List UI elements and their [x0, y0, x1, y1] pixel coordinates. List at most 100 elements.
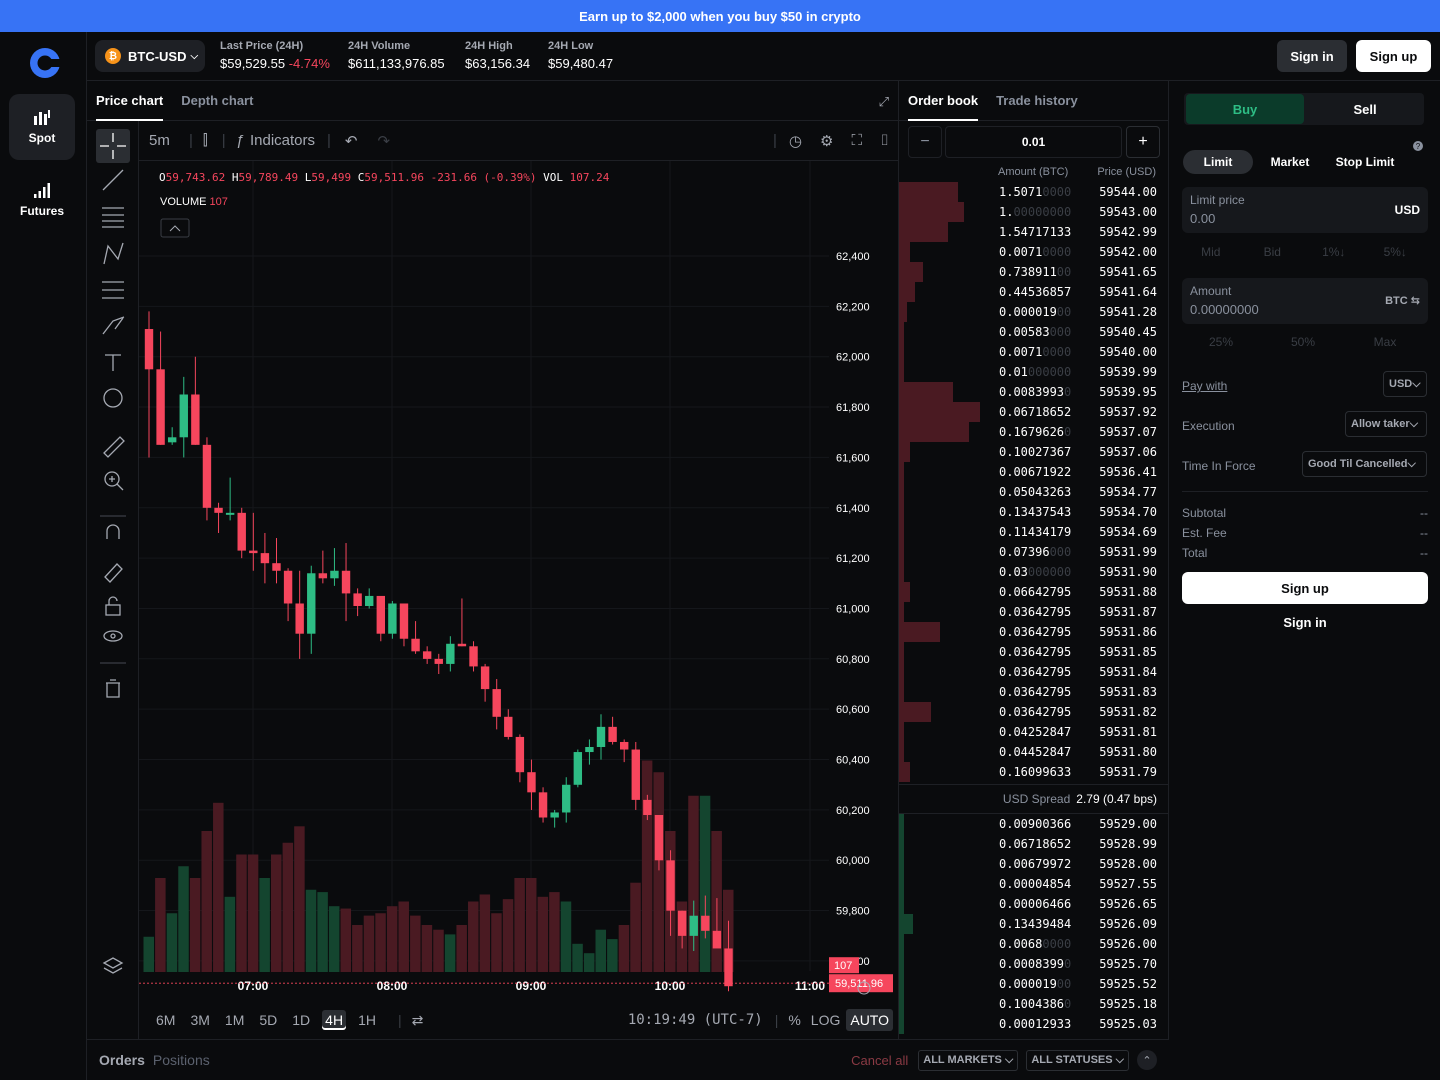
ask-row[interactable]: 0.00710000 59540.00 [899, 342, 1169, 362]
date-range-icon[interactable]: ⇄ [412, 1012, 424, 1029]
interval-selector[interactable]: 5m [149, 132, 189, 149]
order-type-stop-limit[interactable]: Stop Limit [1330, 150, 1400, 174]
ask-row[interactable]: 0.44536857 59541.64 [899, 282, 1169, 302]
shortcut-button[interactable]: Bid [1244, 238, 1302, 266]
bid-row[interactable]: 0.06718652 59528.99 [899, 834, 1169, 854]
range-1h[interactable]: 1H [355, 1010, 379, 1030]
ask-row[interactable]: 0.00671922 59536.41 [899, 462, 1169, 482]
replay-icon[interactable]: ◷ [789, 132, 802, 150]
ask-row[interactable]: 0.03642795 59531.82 [899, 702, 1169, 722]
ask-row[interactable]: 1.00000000 59543.00 [899, 202, 1169, 222]
bid-row[interactable]: 0.00680000 59526.00 [899, 934, 1169, 954]
expand-icon[interactable]: ⤢ [879, 94, 889, 110]
tab-depth-chart[interactable]: Depth chart [181, 81, 253, 121]
execution-select[interactable]: Allow taker ⌵ [1345, 411, 1427, 437]
order-type-market[interactable]: Market [1260, 150, 1320, 174]
bid-row[interactable]: 0.00083990 59525.70 [899, 954, 1169, 974]
ask-row[interactable]: 0.00583000 59540.45 [899, 322, 1169, 342]
cancel-all-button[interactable]: Cancel all [851, 1053, 908, 1068]
pattern-icon[interactable] [103, 242, 124, 265]
fx-icon[interactable]: ƒ [236, 132, 244, 149]
ask-row[interactable]: 1.54717133 59542.99 [899, 222, 1169, 242]
ask-row[interactable]: 0.05043263 59534.77 [899, 482, 1169, 502]
step-decrease-button[interactable]: − [908, 126, 942, 158]
shortcut-button[interactable]: Max [1346, 328, 1424, 356]
magnet-icon[interactable] [106, 524, 120, 539]
ask-row[interactable]: 0.00001900 59541.28 [899, 302, 1169, 322]
fib-icon[interactable] [102, 207, 124, 228]
sell-tab[interactable]: Sell [1306, 94, 1424, 124]
ask-row[interactable]: 0.04452847 59531.80 [899, 742, 1169, 762]
shortcut-button[interactable]: 5%↓ [1367, 238, 1425, 266]
ask-row[interactable]: 0.03642795 59531.83 [899, 682, 1169, 702]
text-tool-icon[interactable] [105, 354, 121, 371]
ask-row[interactable]: 0.00710000 59542.00 [899, 242, 1169, 262]
limit-price-field[interactable]: Limit price 0.00 USD [1182, 187, 1428, 233]
trade-sign-up-button[interactable]: Sign up [1182, 572, 1428, 604]
ask-row[interactable]: 1.50710000 59544.00 [899, 182, 1169, 202]
fullscreen-icon[interactable]: ⛶ [851, 132, 862, 149]
percent-toggle[interactable]: % [788, 1012, 800, 1028]
header-sign-in-button[interactable]: Sign in [1277, 40, 1347, 72]
bid-row[interactable]: 0.00006466 59526.65 [899, 894, 1169, 914]
ask-row[interactable]: 0.00839930 59539.95 [899, 382, 1169, 402]
bid-row[interactable]: 0.10043860 59525.18 [899, 994, 1169, 1014]
ask-row[interactable]: 0.03642795 59531.87 [899, 602, 1169, 622]
ask-row[interactable]: 0.03642795 59531.85 [899, 642, 1169, 662]
help-icon[interactable]: ? [1413, 141, 1423, 151]
tab-positions[interactable]: Positions [153, 1052, 210, 1068]
eye-icon[interactable] [103, 630, 123, 642]
range-5d[interactable]: 5D [256, 1010, 280, 1030]
ask-row[interactable]: 0.73891100 59541.65 [899, 262, 1169, 282]
buy-tab[interactable]: Buy [1186, 94, 1304, 124]
price-chart[interactable]: 62,400 62,200 62,000 61,800 61,600 61,400 61,2… [139, 161, 899, 1001]
trend-line-icon[interactable] [102, 169, 124, 191]
range-1m[interactable]: 1M [222, 1010, 247, 1030]
log-toggle[interactable]: LOG [811, 1012, 841, 1028]
shortcut-button[interactable]: 50% [1264, 328, 1342, 356]
ask-row[interactable]: 0.03642795 59531.84 [899, 662, 1169, 682]
pair-selector[interactable]: ₿ BTC-USD ⌵ [95, 40, 205, 72]
gear-icon[interactable]: ⚙ [820, 132, 833, 150]
tab-trade-history[interactable]: Trade history [996, 81, 1078, 121]
shortcut-button[interactable]: 1%↓ [1305, 238, 1363, 266]
pay-with-select[interactable]: USD ⌵ [1383, 371, 1427, 397]
ask-row[interactable]: 0.11434179 59534.69 [899, 522, 1169, 542]
ask-row[interactable]: 0.07396000 59531.99 [899, 542, 1169, 562]
statuses-filter[interactable]: ALL STATUSES ⌵ [1026, 1049, 1129, 1071]
markets-filter[interactable]: ALL MARKETS ⌵ [918, 1049, 1019, 1071]
auto-toggle[interactable]: AUTO [846, 1009, 893, 1031]
ruler-icon[interactable] [103, 436, 125, 458]
range-6m[interactable]: 6M [153, 1010, 178, 1030]
range-3m[interactable]: 3M [187, 1010, 212, 1030]
step-increase-button[interactable]: + [1126, 126, 1160, 158]
undo-icon[interactable]: ↶ [345, 132, 358, 150]
redo-icon[interactable]: ↷ [378, 132, 391, 150]
nav-spot[interactable]: Spot [9, 94, 75, 160]
emoji-icon[interactable] [103, 388, 123, 408]
tab-orders[interactable]: Orders [99, 1052, 145, 1068]
shortcut-button[interactable]: 25% [1182, 328, 1260, 356]
pencil-lock-icon[interactable] [104, 563, 123, 583]
forecast-icon[interactable] [102, 281, 124, 299]
bid-row[interactable]: 0.00900366 59529.00 [899, 814, 1169, 834]
expand-orders-icon[interactable]: ⌃ [1137, 1050, 1157, 1070]
unlock-icon[interactable] [105, 604, 121, 616]
camera-icon[interactable]: ⌷ [880, 132, 889, 149]
ask-row[interactable]: 0.03000000 59531.90 [899, 562, 1169, 582]
nav-futures[interactable]: Futures [9, 167, 75, 233]
bid-row[interactable]: 0.00001900 59525.52 [899, 974, 1169, 994]
ask-row[interactable]: 0.10027367 59537.06 [899, 442, 1169, 462]
range-1d[interactable]: 1D [289, 1010, 313, 1030]
trash-icon[interactable] [106, 679, 120, 698]
ask-row[interactable]: 0.04252847 59531.81 [899, 722, 1169, 742]
bid-row[interactable]: 0.00012933 59525.03 [899, 1014, 1169, 1034]
promo-banner[interactable]: Earn up to $2,000 when you buy $50 in cr… [0, 0, 1440, 32]
bid-row[interactable]: 0.00679972 59528.00 [899, 854, 1169, 874]
tif-select[interactable]: Good Til Cancelled ⌵ [1302, 451, 1427, 477]
brush-icon[interactable] [102, 316, 125, 335]
layers-icon[interactable] [102, 957, 124, 974]
tab-price-chart[interactable]: Price chart [96, 81, 163, 121]
ask-row[interactable]: 0.06642795 59531.88 [899, 582, 1169, 602]
amount-field[interactable]: Amount 0.00000000 BTC ⇆ [1182, 278, 1428, 324]
